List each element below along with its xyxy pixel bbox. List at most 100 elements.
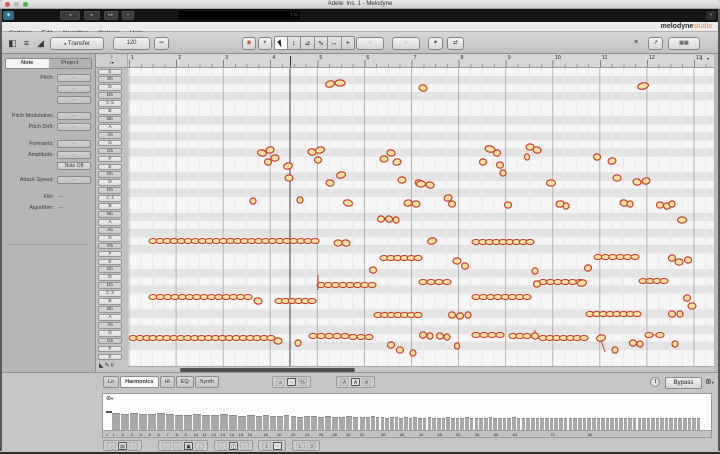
- note-blob[interactable]: [683, 256, 693, 264]
- harmonic-bar[interactable]: [483, 418, 488, 430]
- note-blob[interactable]: [612, 174, 622, 182]
- tool-timing-button[interactable]: ↔: [328, 36, 342, 50]
- sound-editor-mini-button[interactable]: A: [340, 378, 349, 386]
- sidebar-value-field[interactable]: -: [57, 151, 91, 159]
- note-blob[interactable]: [600, 253, 610, 261]
- harmonic-bar[interactable]: [389, 417, 394, 430]
- snap-button[interactable]: ✶: [428, 36, 443, 50]
- harmonic-bar[interactable]: [418, 418, 422, 430]
- plugin-nav-button[interactable]: ▸▸: [104, 11, 118, 20]
- plugin-nav-button[interactable]: ◂: [60, 11, 80, 20]
- piano-key-Ab[interactable]: Ab: [98, 226, 122, 234]
- harmonic-bar[interactable]: [596, 418, 601, 430]
- note-blob[interactable]: [411, 200, 421, 208]
- harmonic-bar[interactable]: [345, 416, 352, 430]
- plugin-nav-button[interactable]: ▪: [122, 11, 134, 20]
- harmonic-bar[interactable]: [427, 417, 432, 430]
- plugin-nav-button[interactable]: ▸: [84, 11, 100, 20]
- harmonic-bar[interactable]: [148, 414, 156, 430]
- sidebar-value-field[interactable]: -: [57, 96, 91, 104]
- note-blob[interactable]: [593, 253, 603, 261]
- harmonic-bar[interactable]: [311, 416, 318, 430]
- harmonic-bar[interactable]: [614, 418, 619, 430]
- note-blob[interactable]: [442, 278, 452, 286]
- harmonic-bar[interactable]: [157, 413, 165, 430]
- note-blob[interactable]: [447, 311, 457, 319]
- piano-key-A[interactable]: A: [98, 218, 122, 226]
- sound-editor-mini-button[interactable]: A: [351, 378, 360, 386]
- meter-selector[interactable]: ♪ ♪▾: [96, 54, 128, 68]
- note-blob[interactable]: [495, 161, 505, 169]
- note-blob[interactable]: [659, 277, 669, 285]
- harmonic-bar[interactable]: [139, 414, 147, 430]
- harmonic-bar[interactable]: [211, 415, 219, 430]
- tab-note[interactable]: Note: [6, 59, 49, 68]
- note-blob[interactable]: [628, 339, 638, 347]
- note-blob[interactable]: [495, 331, 505, 339]
- piano-key-F[interactable]: F: [98, 345, 122, 353]
- piano-key-F[interactable]: F: [98, 155, 122, 163]
- panel-settings-gear-icon[interactable]: ⊛▾: [705, 377, 714, 386]
- piano-key-Db[interactable]: Db: [98, 187, 122, 194]
- piano-key-B[interactable]: B: [98, 203, 122, 210]
- harmonic-bar[interactable]: [408, 418, 413, 430]
- harmonic-bar[interactable]: [175, 415, 183, 430]
- note-blob[interactable]: [630, 253, 640, 261]
- note-blob[interactable]: [583, 264, 593, 272]
- sidebar-value-field[interactable]: -: [57, 112, 91, 120]
- piano-key-B[interactable]: B: [98, 298, 122, 305]
- tab-hi[interactable]: Hi: [159, 376, 175, 388]
- sound-editor-mini-button[interactable]: ▤: [118, 441, 127, 450]
- piano-key-A[interactable]: A: [98, 313, 122, 321]
- note-blob[interactable]: [368, 266, 378, 274]
- note-blob[interactable]: [418, 278, 428, 286]
- sound-editor-mini-button[interactable]: 1: [262, 441, 271, 450]
- sound-editor-mini-button[interactable]: A: [362, 378, 371, 386]
- piano-key-Bb[interactable]: Bb: [98, 306, 122, 313]
- note-blob[interactable]: [623, 253, 633, 261]
- note-blob[interactable]: [333, 239, 343, 247]
- harmonic-bar[interactable]: [535, 418, 540, 430]
- harmonic-bar[interactable]: [623, 418, 628, 430]
- note-blob[interactable]: [356, 333, 366, 341]
- sound-editor-mini-button[interactable]: ◫: [229, 441, 238, 450]
- harmonic-bar[interactable]: [238, 416, 246, 430]
- note-blob[interactable]: [464, 311, 472, 319]
- harmonic-bar[interactable]: [112, 413, 120, 430]
- harmonic-bar[interactable]: [318, 417, 324, 430]
- harmonic-bar[interactable]: [352, 417, 359, 430]
- note-blob[interactable]: [364, 333, 374, 341]
- harmonic-bar[interactable]: [683, 418, 687, 430]
- sound-editor-mini-button[interactable]: ·: [107, 441, 116, 450]
- harmonic-bar[interactable]: [512, 417, 516, 430]
- sound-editor-mini-button[interactable]: ▣: [184, 441, 193, 450]
- harmonic-bar[interactable]: [166, 414, 174, 430]
- playhead-marker[interactable]: [290, 56, 291, 67]
- autostretch-button[interactable]: ∞: [154, 36, 169, 50]
- value-field-2[interactable]: -: [392, 36, 420, 50]
- piano-key-Ab[interactable]: Ab: [98, 321, 122, 329]
- grid-tool-icon[interactable]: #: [111, 363, 114, 369]
- note-blob[interactable]: [626, 200, 634, 208]
- note-blob[interactable]: [376, 215, 386, 223]
- sound-editor-mini-button[interactable]: ∞: [276, 378, 285, 386]
- note-blob[interactable]: [636, 340, 644, 348]
- harmonic-bar[interactable]: [394, 417, 399, 430]
- note-blob[interactable]: [310, 237, 320, 245]
- note-blob[interactable]: [592, 153, 602, 161]
- harmonic-bar[interactable]: [573, 418, 577, 430]
- harmonic-bar[interactable]: [359, 417, 366, 430]
- note-blob[interactable]: [611, 346, 619, 354]
- harmonic-bar[interactable]: [338, 417, 345, 430]
- panel-toggle-icon[interactable]: ◧: [6, 36, 19, 50]
- piano-key-G[interactable]: G: [98, 234, 122, 242]
- harmonic-bar[interactable]: [130, 413, 138, 430]
- harmonic-bar[interactable]: [493, 418, 497, 430]
- harmonic-bar[interactable]: [521, 418, 526, 430]
- note-blob[interactable]: [668, 200, 676, 208]
- note-blob[interactable]: [379, 155, 389, 163]
- note-blob[interactable]: [273, 337, 283, 345]
- harmonics-gear-icon[interactable]: ⊛▾: [106, 395, 113, 402]
- scroll-mode-icon[interactable]: ≡: [630, 36, 642, 50]
- note-blob[interactable]: [579, 334, 589, 342]
